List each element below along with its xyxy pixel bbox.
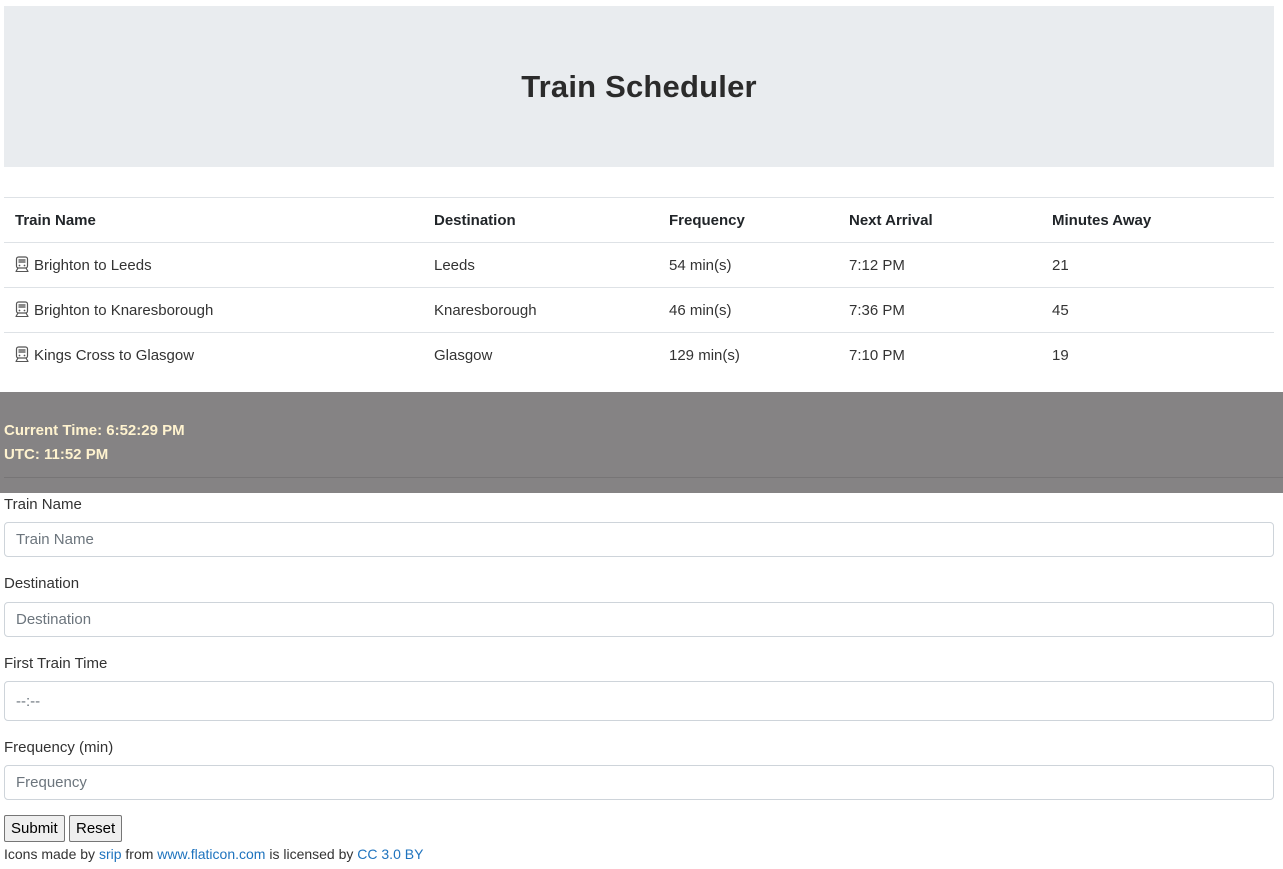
train-icon <box>15 346 29 363</box>
train-icon <box>15 256 29 272</box>
icon-credit: Icons made by srip from www.flaticon.com… <box>4 846 423 862</box>
column-header-destination: Destination <box>423 197 658 243</box>
train-name-cell: Brighton to Knaresborough <box>4 287 423 333</box>
first-train-time-input[interactable] <box>4 681 1274 721</box>
train-name-cell: Kings Cross to Glasgow <box>4 332 423 378</box>
table-row: Kings Cross to Glasgow Glasgow 129 min(s… <box>4 332 1274 378</box>
column-header-minutes-away: Minutes Away <box>1041 197 1274 243</box>
frequency-cell: 129 min(s) <box>658 332 838 378</box>
clock-bar: Current Time: 6:52:29 PM UTC: 11:52 PM <box>0 392 1283 493</box>
license-link[interactable]: CC 3.0 BY <box>357 846 423 862</box>
credit-from: from <box>125 846 154 862</box>
train-name-cell: Brighton to Leeds <box>4 242 423 288</box>
next-arrival-cell: 7:12 PM <box>838 242 1041 288</box>
frequency-label: Frequency (min) <box>4 739 114 756</box>
table-header-row: Train Name Destination Frequency Next Ar… <box>4 197 1274 243</box>
destination-input[interactable] <box>4 602 1274 637</box>
header-banner: Train Scheduler <box>4 6 1274 167</box>
divider <box>4 477 1283 478</box>
next-arrival-cell: 7:36 PM <box>838 287 1041 333</box>
utc-time: UTC: 11:52 PM <box>4 446 109 463</box>
submit-button[interactable]: Submit <box>4 815 65 842</box>
destination-label: Destination <box>4 575 80 592</box>
credit-licensed: is licensed by <box>269 846 354 862</box>
train-name-text: Brighton to Leeds <box>34 257 152 274</box>
column-header-train-name: Train Name <box>4 197 423 243</box>
destination-cell: Leeds <box>423 242 658 288</box>
frequency-input[interactable] <box>4 765 1274 800</box>
minutes-away-cell: 45 <box>1041 287 1274 333</box>
train-schedule-table: Train Name Destination Frequency Next Ar… <box>4 197 1274 378</box>
train-name-text: Brighton to Knaresborough <box>34 302 214 319</box>
table-row: Brighton to Knaresborough Knaresborough … <box>4 287 1274 333</box>
train-name-label: Train Name <box>4 496 82 513</box>
author-link[interactable]: srip <box>99 846 122 862</box>
page: Train Scheduler Train Name Destination F… <box>0 0 1283 869</box>
frequency-cell: 54 min(s) <box>658 242 838 288</box>
first-train-time-label: First Train Time <box>4 655 108 672</box>
flaticon-link[interactable]: www.flaticon.com <box>157 846 265 862</box>
train-name-text: Kings Cross to Glasgow <box>34 347 195 365</box>
column-header-next-arrival: Next Arrival <box>838 197 1041 243</box>
frequency-cell: 46 min(s) <box>658 287 838 333</box>
current-time: Current Time: 6:52:29 PM <box>4 422 185 439</box>
page-title: Train Scheduler <box>521 68 757 104</box>
column-header-frequency: Frequency <box>658 197 838 243</box>
minutes-away-cell: 21 <box>1041 242 1274 288</box>
reset-button[interactable]: Reset <box>69 815 123 842</box>
destination-cell: Glasgow <box>423 332 658 378</box>
next-arrival-cell: 7:10 PM <box>838 332 1041 378</box>
credit-prefix: Icons made by <box>4 846 96 862</box>
train-name-input[interactable] <box>4 522 1274 557</box>
train-icon <box>15 301 29 317</box>
destination-cell: Knaresborough <box>423 287 658 333</box>
table-row: Brighton to Leeds Leeds 54 min(s) 7:12 P… <box>4 242 1274 288</box>
minutes-away-cell: 19 <box>1041 332 1274 378</box>
